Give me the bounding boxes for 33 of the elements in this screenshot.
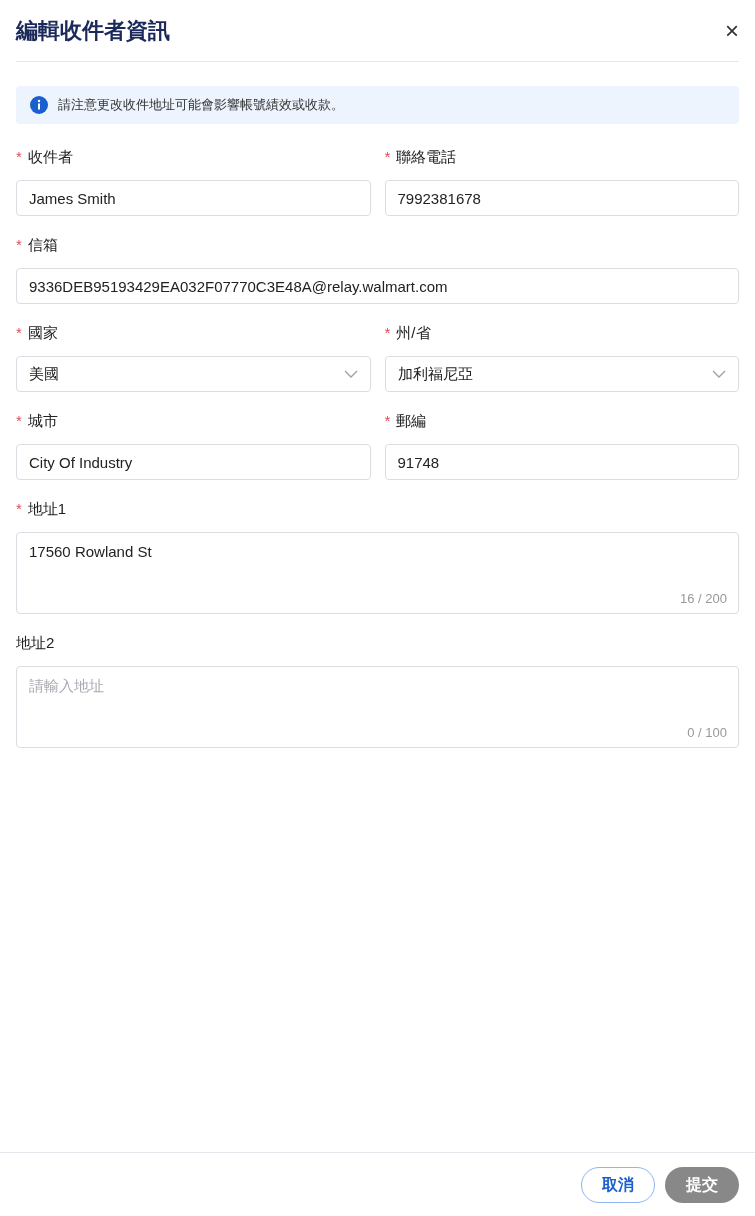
select-field[interactable]: 美國: [16, 356, 371, 392]
text-field[interactable]: James Smith: [16, 180, 371, 216]
required-mark: *: [16, 322, 22, 343]
field-label: 國家: [27, 322, 58, 343]
required-mark: *: [16, 234, 22, 255]
close-button[interactable]: ×: [725, 18, 739, 43]
required-mark: *: [16, 410, 22, 431]
text-field[interactable]: 91748: [384, 444, 739, 480]
text-field[interactable]: City Of Industry: [16, 444, 371, 480]
field-label: 城市: [27, 410, 58, 431]
field-label: 收件者: [27, 146, 73, 167]
required-mark: *: [16, 146, 22, 167]
chevron-down-icon: [343, 370, 358, 378]
field-label: 郵編: [396, 410, 427, 431]
field-label: 信箱: [27, 234, 58, 255]
dialog-title: 編輯收件者資訊: [16, 17, 170, 45]
required-mark: *: [384, 410, 391, 431]
field-label: 地址1: [27, 498, 67, 519]
notice-text: 請注意更改收件地址可能會影響帳號績效或收款。: [58, 96, 344, 115]
cancel-button[interactable]: 取消: [581, 1166, 655, 1203]
character-counter: 0 / 100: [687, 723, 727, 742]
text-field[interactable]: 7992381678: [384, 180, 739, 216]
required-mark: *: [384, 322, 391, 343]
field-label: 聯絡電話: [396, 146, 457, 167]
text-field[interactable]: 9336DEB95193429EA032F07770C3E48A@relay.walmart.com: [16, 268, 739, 304]
required-mark: *: [16, 498, 22, 519]
field-label: 地址2: [16, 632, 55, 653]
select-field[interactable]: 加利福尼亞: [384, 356, 739, 392]
chevron-down-icon: [712, 370, 726, 378]
required-mark: *: [384, 146, 391, 167]
field-label: 州/省: [396, 322, 431, 343]
info-icon: [30, 96, 48, 114]
character-counter: 16 / 200: [680, 589, 727, 608]
